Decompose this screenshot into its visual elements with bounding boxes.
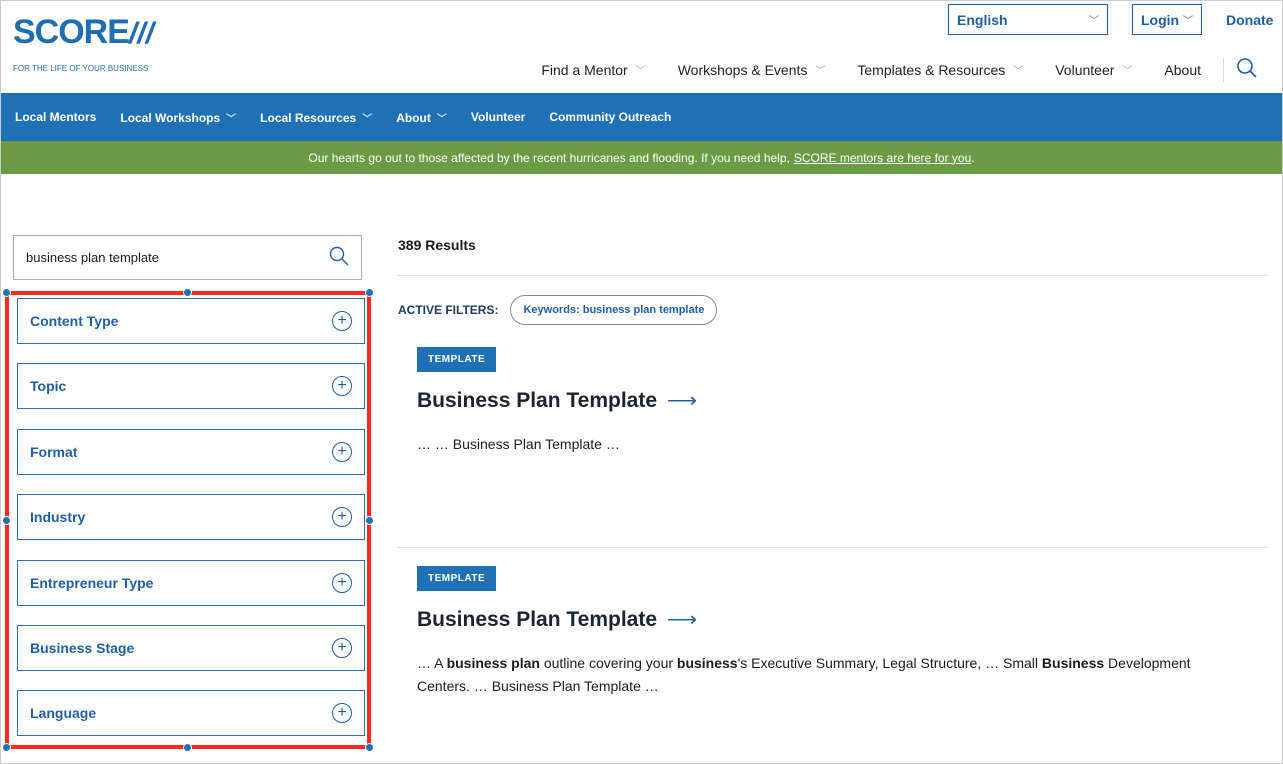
resize-handle[interactable] xyxy=(2,288,11,297)
chevron-down-icon: ﹀ xyxy=(1183,16,1193,27)
local-nav-workshops[interactable]: Local Workshops ﹀ xyxy=(120,110,236,125)
local-nav: Local Mentors Local Workshops ﹀ Local Res… xyxy=(1,93,1282,141)
mentors-help-link[interactable]: SCORE mentors are here for you xyxy=(794,151,971,165)
facet-topic[interactable]: Topic + xyxy=(17,363,365,409)
facet-format[interactable]: Format + xyxy=(17,429,365,475)
plus-circle-icon: + xyxy=(332,703,352,723)
result-snippet: … … Business Plan Template … xyxy=(417,436,620,452)
local-nav-resources[interactable]: Local Resources ﹀ xyxy=(260,110,372,125)
filter-facets-selection: Content Type + Topic + Format + Industry + E… xyxy=(2,288,374,752)
plus-circle-icon: + xyxy=(332,442,352,462)
nav-about[interactable]: About xyxy=(1164,62,1201,78)
content-type-badge: TEMPLATE xyxy=(417,566,497,591)
chevron-down-icon: ﹀ xyxy=(436,113,447,125)
chevron-down-icon: ﹀ xyxy=(1122,66,1133,77)
divider xyxy=(1223,57,1224,82)
chevron-down-icon: ﹀ xyxy=(362,113,373,125)
facet-business-stage[interactable]: Business Stage + xyxy=(17,625,365,671)
resize-handle[interactable] xyxy=(365,516,374,525)
local-nav-mentors[interactable]: Local Mentors xyxy=(15,110,96,124)
chevron-down-icon: ﹀ xyxy=(1089,16,1099,27)
plus-circle-icon: + xyxy=(332,638,352,658)
resize-handle[interactable] xyxy=(365,743,374,752)
search-input[interactable]: business plan template xyxy=(13,235,362,280)
facet-content-type[interactable]: Content Type + xyxy=(17,298,365,344)
facet-language[interactable]: Language + xyxy=(17,690,365,736)
search-icon[interactable] xyxy=(329,246,349,269)
language-select[interactable]: English ﹀ xyxy=(948,4,1108,35)
logo-tagline: FOR THE LIFE OF YOUR BUSINESS xyxy=(13,64,149,73)
chevron-down-icon: ﹀ xyxy=(1013,66,1024,77)
plus-circle-icon: + xyxy=(332,311,352,331)
resize-handle[interactable] xyxy=(183,288,192,297)
score-logo[interactable]: SCORE/// xyxy=(13,13,154,52)
plus-circle-icon: + xyxy=(332,573,352,593)
main-nav: Find a Mentor ﹀ Workshops & Events ﹀ Templ… xyxy=(509,57,1258,82)
login-button[interactable]: Login ﹀ xyxy=(1132,4,1202,35)
arrow-right-icon: ⟶ xyxy=(667,608,698,631)
donate-link[interactable]: Donate xyxy=(1226,4,1273,35)
local-nav-about[interactable]: About ﹀ xyxy=(396,110,447,125)
content-type-badge: TEMPLATE xyxy=(417,347,497,372)
logo-stripes-icon: /// xyxy=(128,17,154,50)
plus-circle-icon: + xyxy=(332,507,352,527)
result-title[interactable]: Business Plan Template ⟶ xyxy=(417,388,697,413)
chevron-down-icon: ﹀ xyxy=(815,66,826,77)
chevron-down-icon: ﹀ xyxy=(635,66,646,77)
resize-handle[interactable] xyxy=(2,743,11,752)
nav-templates-resources[interactable]: Templates & Resources ﹀ xyxy=(857,62,1023,78)
divider xyxy=(398,275,1269,276)
results-count: 389 Results xyxy=(398,237,476,253)
alert-banner: Our hearts go out to those affected by t… xyxy=(1,141,1282,174)
local-nav-community-outreach[interactable]: Community Outreach xyxy=(549,110,671,124)
nav-workshops-events[interactable]: Workshops & Events ﹀ xyxy=(678,62,826,78)
local-nav-volunteer[interactable]: Volunteer xyxy=(471,110,525,124)
divider xyxy=(398,547,1269,548)
facet-entrepreneur-type[interactable]: Entrepreneur Type + xyxy=(17,560,365,606)
resize-handle[interactable] xyxy=(365,288,374,297)
active-filter-pill[interactable]: Keywords: business plan template xyxy=(510,295,718,325)
plus-circle-icon: + xyxy=(332,376,352,396)
resize-handle[interactable] xyxy=(183,743,192,752)
arrow-right-icon: ⟶ xyxy=(667,389,698,412)
result-title[interactable]: Business Plan Template ⟶ xyxy=(417,607,697,632)
result-snippet: … A business plan outline covering your … xyxy=(417,655,1191,694)
nav-volunteer[interactable]: Volunteer ﹀ xyxy=(1055,62,1132,78)
active-filters: ACTIVE FILTERS: Keywords: business plan t… xyxy=(398,295,718,325)
search-icon[interactable] xyxy=(1236,57,1258,82)
resize-handle[interactable] xyxy=(2,516,11,525)
chevron-down-icon: ﹀ xyxy=(226,113,237,125)
facet-industry[interactable]: Industry + xyxy=(17,494,365,540)
nav-find-a-mentor[interactable]: Find a Mentor ﹀ xyxy=(541,62,645,78)
